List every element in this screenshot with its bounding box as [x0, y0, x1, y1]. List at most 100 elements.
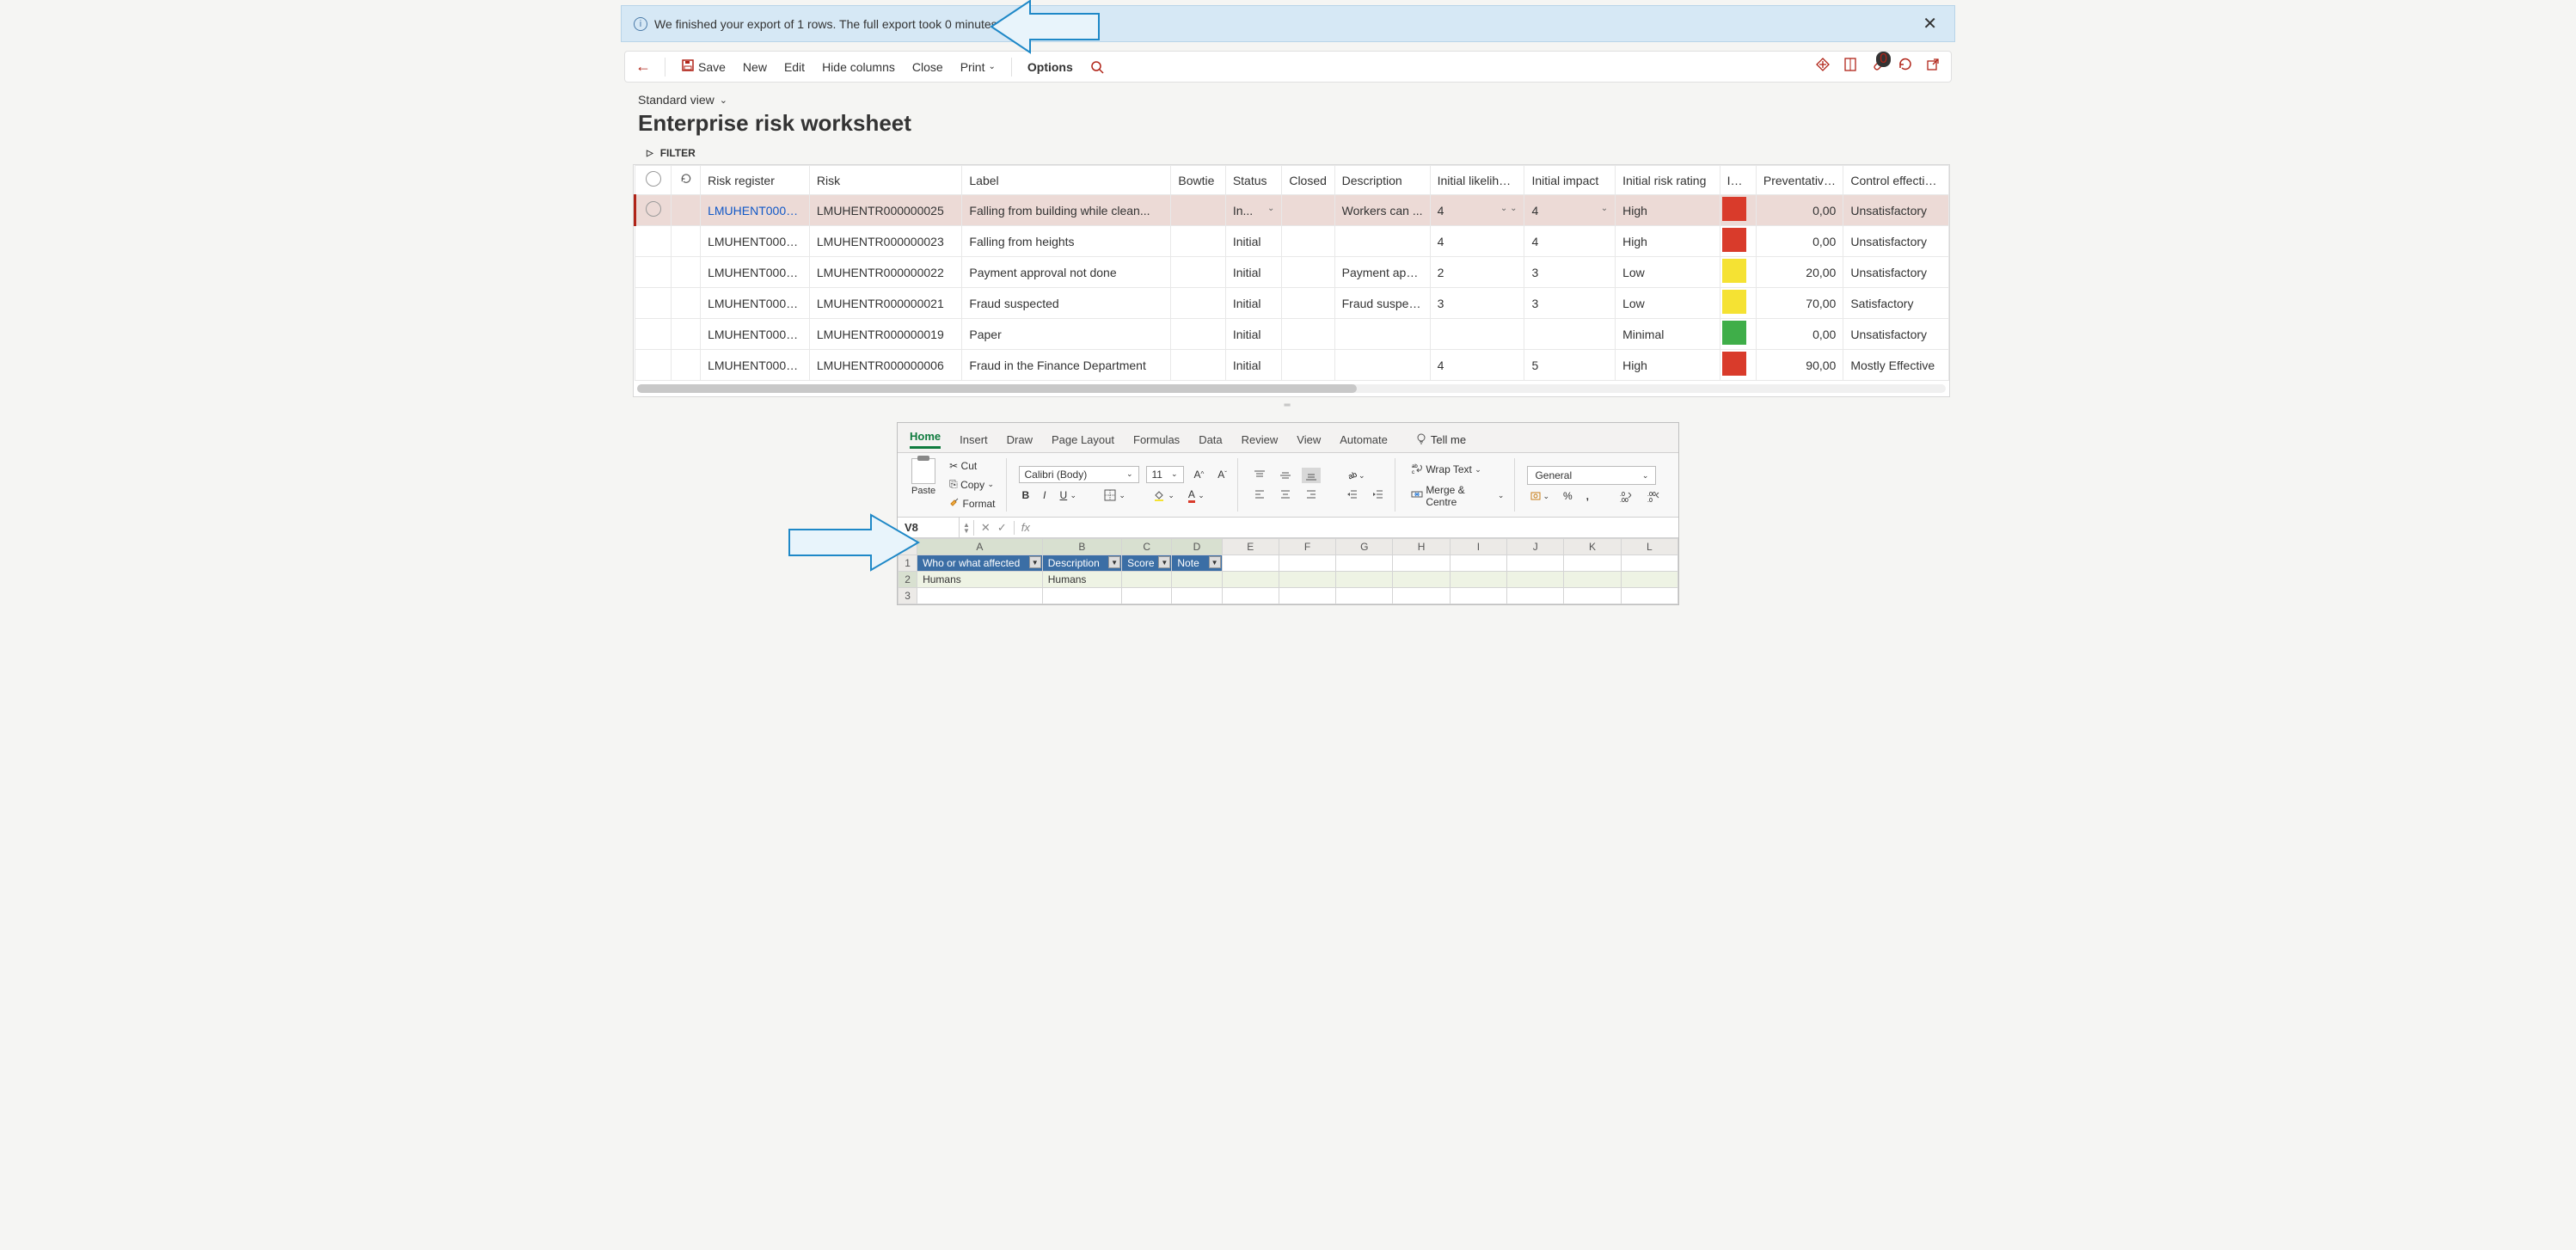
cell-d2[interactable]: [1172, 572, 1222, 588]
number-format-select[interactable]: General⌄: [1527, 466, 1656, 485]
table-row[interactable]: LMUHENT0000...LMUHENTR000000021Fraud sus…: [635, 288, 1949, 319]
tell-me-button[interactable]: Tell me: [1415, 432, 1466, 447]
decrease-decimal-button[interactable]: .00.0: [1644, 488, 1665, 504]
col-header-h[interactable]: H: [1393, 539, 1450, 555]
confirm-formula-button[interactable]: ✓: [997, 521, 1007, 535]
namebox-spinner[interactable]: ▲▼: [960, 520, 974, 536]
paste-icon[interactable]: [911, 458, 935, 484]
col-status[interactable]: Status: [1225, 166, 1282, 195]
save-button[interactable]: Save: [679, 57, 727, 77]
col-closed[interactable]: Closed: [1282, 166, 1334, 195]
office-icon[interactable]: [1843, 57, 1858, 77]
col-risk-register[interactable]: Risk register: [701, 166, 810, 195]
col-header-c[interactable]: C: [1122, 539, 1172, 555]
tab-draw[interactable]: Draw: [1007, 433, 1033, 446]
col-initial-risk[interactable]: Initial risk: [1720, 166, 1756, 195]
decrease-indent-button[interactable]: [1343, 487, 1362, 502]
tab-formulas[interactable]: Formulas: [1133, 433, 1180, 446]
row-header-3[interactable]: 3: [899, 588, 917, 604]
col-header-a[interactable]: A: [917, 539, 1043, 555]
tab-insert[interactable]: Insert: [960, 433, 988, 446]
popout-icon[interactable]: [1925, 57, 1941, 77]
font-size-select[interactable]: 11⌄: [1146, 466, 1184, 483]
col-header-e[interactable]: E: [1222, 539, 1279, 555]
col-header-f[interactable]: F: [1279, 539, 1335, 555]
col-bowtie[interactable]: Bowtie: [1171, 166, 1225, 195]
close-icon[interactable]: ✕: [1917, 13, 1942, 34]
increase-indent-button[interactable]: [1369, 487, 1388, 502]
align-left-button[interactable]: [1250, 487, 1269, 502]
cancel-formula-button[interactable]: ✕: [981, 521, 991, 535]
tab-page-layout[interactable]: Page Layout: [1052, 433, 1114, 446]
col-header-j[interactable]: J: [1507, 539, 1564, 555]
col-description[interactable]: Description: [1334, 166, 1430, 195]
font-color-button[interactable]: A ⌄: [1185, 487, 1208, 505]
edit-button[interactable]: Edit: [782, 58, 807, 76]
align-top-button[interactable]: [1250, 468, 1269, 483]
col-header-g[interactable]: G: [1336, 539, 1393, 555]
cell-c2[interactable]: [1122, 572, 1172, 588]
tab-review[interactable]: Review: [1242, 433, 1279, 446]
filter-icon[interactable]: ▼: [1158, 556, 1170, 568]
filter-icon[interactable]: ▼: [1108, 556, 1120, 568]
col-control-eff[interactable]: Control effectivene: [1843, 166, 1949, 195]
align-bottom-button[interactable]: [1302, 468, 1321, 483]
filter-icon[interactable]: ▼: [1029, 556, 1041, 568]
col-rating[interactable]: Initial risk rating: [1616, 166, 1720, 195]
col-label[interactable]: Label: [962, 166, 1171, 195]
paste-button[interactable]: Paste: [911, 486, 935, 496]
col-header-d[interactable]: D: [1172, 539, 1222, 555]
wrap-text-button[interactable]: abc Wrap Text ⌄: [1408, 461, 1507, 479]
select-all-checkbox[interactable]: [635, 166, 672, 195]
underline-button[interactable]: U ⌄: [1057, 487, 1081, 503]
filter-icon[interactable]: ▼: [1209, 556, 1221, 568]
col-header-b[interactable]: B: [1042, 539, 1121, 555]
fx-icon[interactable]: fx: [1015, 521, 1037, 534]
new-button[interactable]: New: [741, 58, 769, 76]
currency-button[interactable]: ⌄: [1527, 488, 1553, 504]
cell-b1[interactable]: Description▼: [1042, 555, 1121, 572]
table-row[interactable]: LMUHENT0000...LMUHENTR000000019PaperInit…: [635, 319, 1949, 350]
decrease-font-button[interactable]: Aˇ: [1214, 467, 1230, 482]
refresh-grid-button[interactable]: [672, 166, 701, 195]
search-button[interactable]: [1089, 58, 1106, 76]
cut-button[interactable]: ✂ Cut: [946, 458, 998, 474]
refresh-icon[interactable]: [1898, 57, 1913, 77]
view-selector[interactable]: Standard view ⌄: [638, 93, 727, 107]
filter-toggle[interactable]: ▷ FILTER: [647, 147, 1938, 159]
col-header-l[interactable]: L: [1621, 539, 1677, 555]
align-middle-button[interactable]: [1276, 468, 1295, 483]
comma-button[interactable]: ,: [1583, 488, 1592, 504]
bold-button[interactable]: B: [1019, 487, 1033, 503]
increase-font-button[interactable]: A^: [1191, 467, 1208, 482]
diamond-icon[interactable]: [1815, 57, 1831, 77]
attachments-button[interactable]: 0: [1870, 57, 1886, 77]
col-header-k[interactable]: K: [1564, 539, 1621, 555]
merge-centre-button[interactable]: Merge & Centre ⌄: [1408, 482, 1507, 510]
tab-automate[interactable]: Automate: [1340, 433, 1388, 446]
cell-b2[interactable]: Humans: [1042, 572, 1121, 588]
italic-button[interactable]: I: [1040, 487, 1049, 503]
font-name-select[interactable]: Calibri (Body)⌄: [1019, 466, 1139, 483]
tab-view[interactable]: View: [1297, 433, 1321, 446]
col-impact[interactable]: Initial impact: [1524, 166, 1616, 195]
horizontal-scrollbar[interactable]: [637, 384, 1946, 393]
cell-d1[interactable]: Note▼: [1172, 555, 1222, 572]
pane-resize-handle[interactable]: ═: [617, 397, 1959, 414]
cell-c1[interactable]: Score▼: [1122, 555, 1172, 572]
align-center-button[interactable]: [1276, 487, 1295, 502]
cell-a1[interactable]: Who or what affected▼: [917, 555, 1043, 572]
table-row[interactable]: LMUHENT0000...LMUHENTR000000025Falling f…: [635, 195, 1949, 226]
align-right-button[interactable]: [1302, 487, 1321, 502]
table-row[interactable]: LMUHENT0000...LMUHENTR000000023Falling f…: [635, 226, 1949, 257]
increase-decimal-button[interactable]: .0.00: [1616, 488, 1637, 504]
format-painter-button[interactable]: Format: [946, 495, 998, 512]
options-button[interactable]: Options: [1026, 58, 1075, 76]
close-button[interactable]: Close: [911, 58, 945, 76]
back-button[interactable]: ←: [635, 58, 651, 76]
percent-button[interactable]: %: [1560, 488, 1576, 504]
table-row[interactable]: LMUHENT0000...LMUHENTR000000022Payment a…: [635, 257, 1949, 288]
cell-a2[interactable]: Humans: [917, 572, 1043, 588]
hide-columns-button[interactable]: Hide columns: [820, 58, 897, 76]
table-row[interactable]: LMUHENT0000...LMUHENTR000000006Fraud in …: [635, 350, 1949, 381]
